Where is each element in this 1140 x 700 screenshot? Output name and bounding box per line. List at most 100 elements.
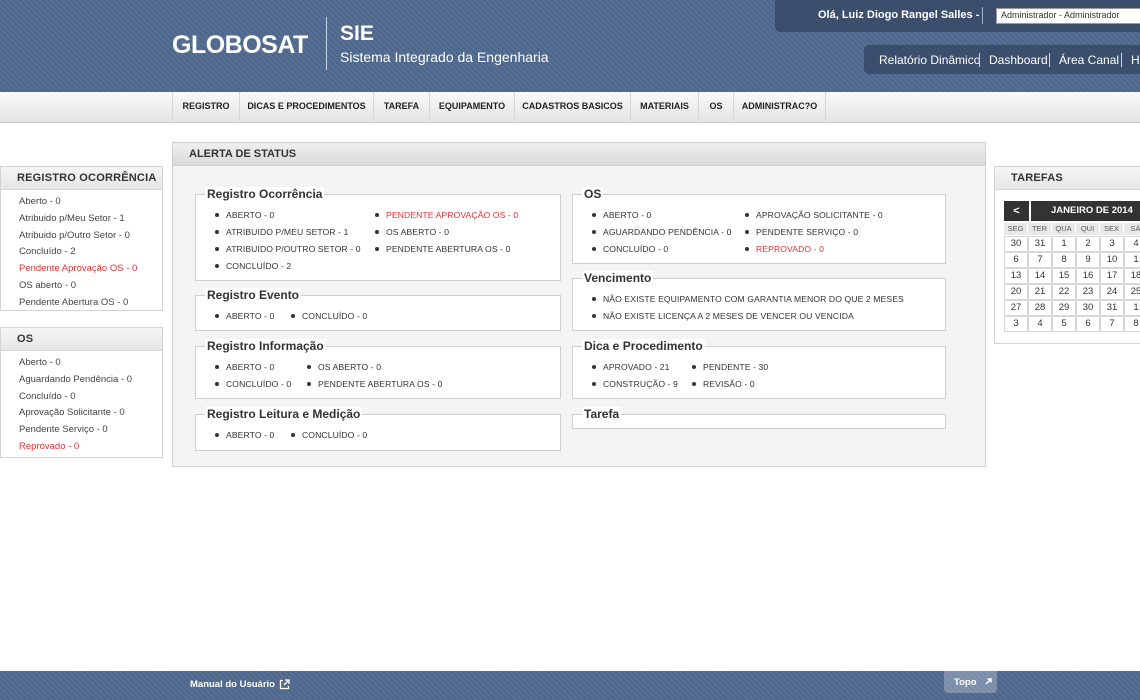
calendar-day[interactable]: 17 [1100,268,1124,284]
menu-dicas-procedimentos[interactable]: DICAS E PROCEDIMENTOS [239,92,373,123]
status-item[interactable]: PENDENTE SERVIÇO - 0 [745,227,858,237]
status-item[interactable]: CONCLUÍDO - 0 [291,311,367,321]
status-item[interactable]: ABERTO - 0 [215,210,274,220]
status-item[interactable]: CONCLUÍDO - 0 [592,244,668,254]
manual-link[interactable]: Manual do Usuário [190,679,275,690]
calendar-day[interactable]: 25 [1124,284,1140,300]
list-item[interactable]: Concluído - 0 [1,389,162,406]
nav-help[interactable]: H [1131,53,1140,67]
calendar-day[interactable]: 4 [1028,316,1052,332]
calendar-day[interactable]: 14 [1028,268,1052,284]
calendar-day[interactable]: 9 [1076,252,1100,268]
calendar-day[interactable]: 28 [1028,300,1052,316]
calendar-day[interactable]: 7 [1100,316,1124,332]
list-item[interactable]: Atribuido p/Meu Setor - 1 [1,211,162,228]
status-item[interactable]: APROVAÇÃO SOLICITANTE - 0 [745,210,883,220]
list-item[interactable]: Reprovado - 0 [1,439,162,456]
status-title: ALERTA DE STATUS [173,143,985,166]
calendar-day[interactable]: 10 [1100,252,1124,268]
list-item[interactable]: OS aberto - 0 [1,278,162,295]
calendar-day[interactable]: 8 [1052,252,1076,268]
status-item[interactable]: NÃO EXISTE LICENÇA A 2 MESES DE VENCER O… [592,311,854,321]
calendar-day[interactable]: 29 [1052,300,1076,316]
status-item[interactable]: PENDENTE ABERTURA OS - 0 [375,244,511,254]
menu-materiais[interactable]: MATERIAIS [630,92,698,123]
menu-cadastros-basicos[interactable]: CADASTROS BASICOS [514,92,630,123]
calendar-day[interactable]: 22 [1052,284,1076,300]
list-item[interactable]: Pendente Aprovação OS - 0 [1,261,162,278]
calendar-day[interactable]: 5 [1052,316,1076,332]
bullet-icon [692,364,696,369]
back-to-top-button[interactable]: Topo [944,671,997,693]
calendar-day[interactable]: 1 [1052,236,1076,252]
list-item[interactable]: Concluído - 2 [1,244,162,261]
status-item[interactable]: ABERTO - 0 [215,311,274,321]
calendar-day[interactable]: 2 [1076,236,1100,252]
menu-os[interactable]: OS [698,92,733,123]
calendar-day[interactable]: 6 [1076,316,1100,332]
menu-registro[interactable]: REGISTRO [172,92,239,123]
status-item[interactable]: REVISÃO - 0 [692,379,755,389]
bullet-icon [215,212,219,217]
calendar-day[interactable]: 30 [1004,236,1028,252]
status-item[interactable]: ABERTO - 0 [215,362,274,372]
calendar-day[interactable]: 24 [1100,284,1124,300]
status-item[interactable]: PENDENTE ABERTURA OS - 0 [307,379,443,389]
calendar-day[interactable]: 7 [1028,252,1052,268]
calendar-day[interactable]: 1 [1124,252,1140,268]
globosat-logo[interactable]: GLOBOSAT [172,31,308,60]
status-item[interactable]: REPROVADO - 0 [745,244,824,254]
status-item[interactable]: OS ABERTO - 0 [307,362,381,372]
status-item[interactable]: CONCLUÍDO - 2 [215,261,291,271]
status-item[interactable]: PENDENTE APROVAÇÃO OS - 0 [375,210,518,220]
nav-relatorio-dinamico[interactable]: Relatório Dinâmico [879,53,980,67]
status-item[interactable]: ABERTO - 0 [592,210,651,220]
calendar-day[interactable]: 27 [1004,300,1028,316]
calendar-day[interactable]: 20 [1004,284,1028,300]
calendar-day[interactable]: 31 [1100,300,1124,316]
calendar-day[interactable]: 8 [1124,316,1140,332]
list-item[interactable]: Aberto - 0 [1,355,162,372]
calendar-day[interactable]: 23 [1076,284,1100,300]
list-item[interactable]: Aprovação Solicitante - 0 [1,405,162,422]
calendar-day[interactable]: 21 [1028,284,1052,300]
calendar-day[interactable]: 1 [1124,300,1140,316]
status-item[interactable]: CONCLUÍDO - 0 [215,379,291,389]
menu-administracao[interactable]: ADMINISTRAC?O [733,92,826,123]
nav-dashboard[interactable]: Dashboard [989,53,1048,67]
list-item[interactable]: Aberto - 0 [1,194,162,211]
user-bar-divider [982,7,983,24]
menu-equipamento[interactable]: EQUIPAMENTO [429,92,514,123]
status-item[interactable]: ATRIBUIDO P/MEU SETOR - 1 [215,227,349,237]
calendar-day[interactable]: 16 [1076,268,1100,284]
status-item[interactable]: OS ABERTO - 0 [375,227,449,237]
status-item[interactable]: APROVADO - 21 [592,362,670,372]
status-item[interactable]: CONCLUÍDO - 0 [291,430,367,440]
role-select[interactable]: Administrador - Administrador [996,8,1140,24]
menu-tarefa[interactable]: TAREFA [373,92,429,123]
calendar-day[interactable]: 30 [1076,300,1100,316]
calendar-day[interactable]: 6 [1004,252,1028,268]
status-item[interactable]: ABERTO - 0 [215,430,274,440]
list-item[interactable]: Atribuido p/Outro Setor - 0 [1,228,162,245]
box-registro-leitura: Registro Leitura e Medição ABERTO - 0 CO… [195,407,561,451]
calendar-prev-button[interactable]: < [1004,201,1029,221]
list-item[interactable]: Pendente Abertura OS - 0 [1,295,162,312]
calendar-day[interactable]: 3 [1004,316,1028,332]
status-item[interactable]: NÃO EXISTE EQUIPAMENTO COM GARANTIA MENO… [592,294,904,304]
nav-area-canal[interactable]: Área Canal [1059,53,1119,67]
list-item[interactable]: Aguardando Pendência - 0 [1,372,162,389]
calendar-day[interactable]: 13 [1004,268,1028,284]
calendar-day[interactable]: 3 [1100,236,1124,252]
calendar-day[interactable]: 18 [1124,268,1140,284]
calendar-day[interactable]: 31 [1028,236,1052,252]
panel-title: OS [1,328,162,351]
status-item[interactable]: AGUARDANDO PENDÊNCIA - 0 [592,227,731,237]
list-item[interactable]: Pendente Serviço - 0 [1,422,162,439]
status-item[interactable]: PENDENTE - 30 [692,362,768,372]
status-item[interactable]: ATRIBUIDO P/OUTRO SETOR - 0 [215,244,361,254]
calendar-day[interactable]: 15 [1052,268,1076,284]
external-link-icon[interactable] [279,679,290,690]
status-item[interactable]: CONSTRUÇÃO - 9 [592,379,678,389]
calendar-day[interactable]: 4 [1124,236,1140,252]
